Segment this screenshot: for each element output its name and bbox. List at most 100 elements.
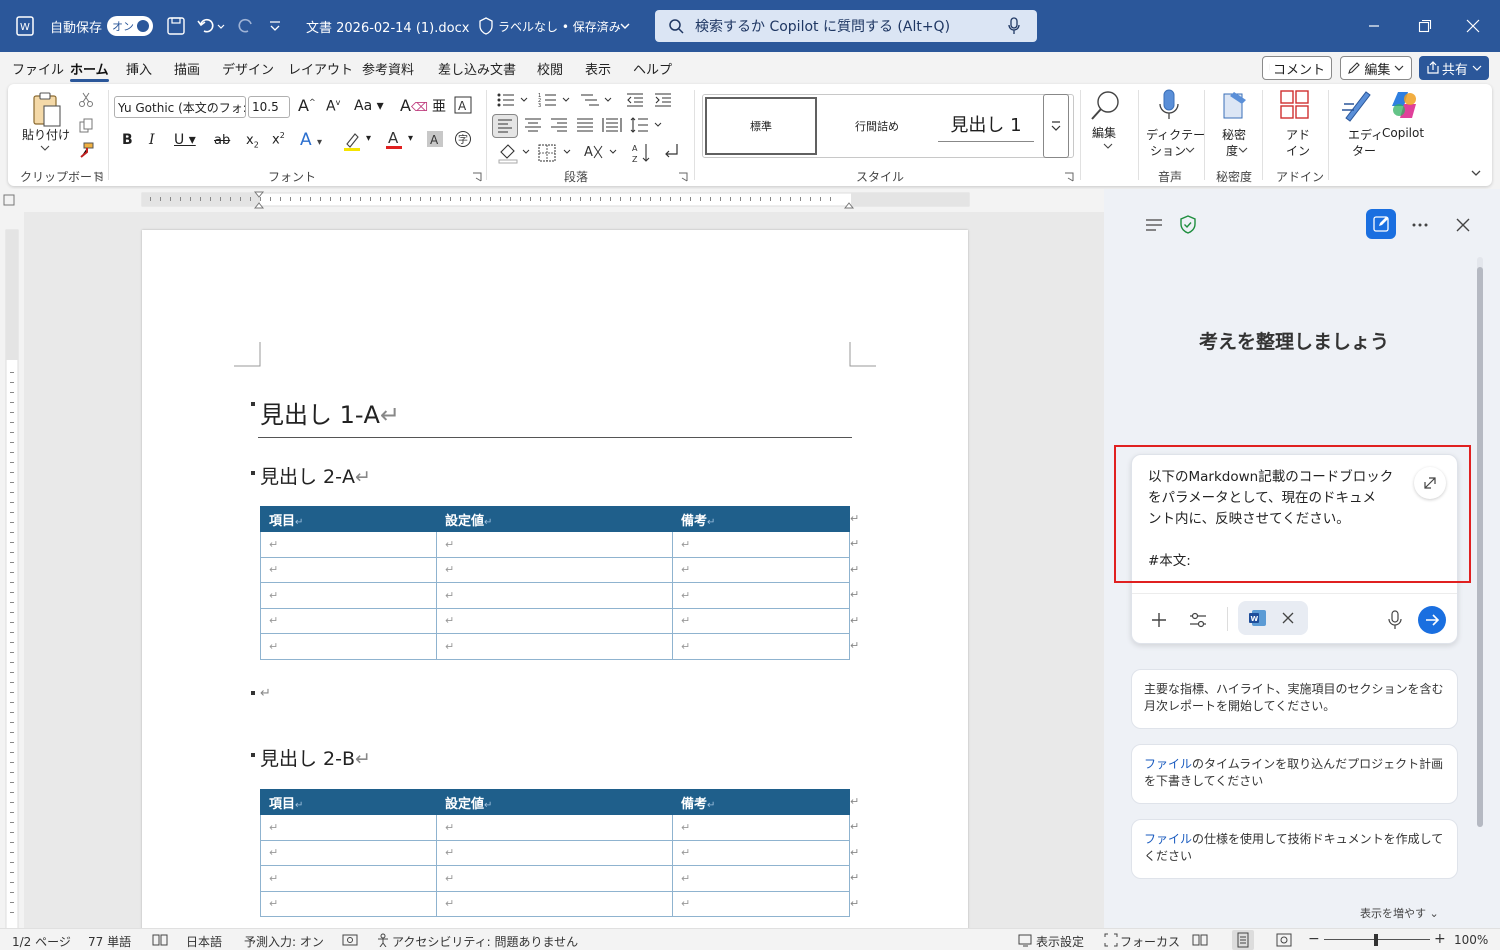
microphone-icon[interactable]	[1007, 17, 1021, 35]
tab-review[interactable]: 校閲	[537, 59, 563, 78]
suggestion-card[interactable]: 主要な指標、ハイライト、実施項目のセクションを含む月次レポートを開始してください…	[1131, 669, 1458, 729]
dictate-label-2[interactable]: ション	[1150, 142, 1186, 159]
suggestion-card[interactable]: ファイルの仕様を使用して技術ドキュメントを作成してください	[1131, 819, 1458, 879]
line-spacing-icon[interactable]	[630, 116, 664, 134]
editor-icon[interactable]	[1340, 88, 1374, 124]
numbering-icon[interactable]: 123	[538, 92, 572, 108]
distributed-icon[interactable]	[602, 116, 622, 134]
paste-icon[interactable]	[28, 90, 64, 130]
font-color-icon[interactable]: A	[384, 128, 406, 152]
print-layout-button[interactable]	[1232, 930, 1254, 950]
comment-button[interactable]: コメント	[1262, 56, 1332, 80]
table-row[interactable]: ↵ ↵ ↵	[260, 531, 850, 558]
editor-label-2[interactable]: ター	[1352, 142, 1376, 159]
chevron-down-icon[interactable]: ▾	[408, 133, 413, 144]
new-chat-button[interactable]	[1366, 209, 1396, 239]
tab-mailings[interactable]: 差し込み文書	[438, 59, 516, 78]
show-more-link[interactable]: 表示を増やす ⌄	[1360, 905, 1439, 921]
horizontal-ruler[interactable]	[0, 189, 1104, 211]
settings-table-a[interactable]: 項目↵ 設定値↵ 備考↵ ↵ ↵ ↵ ↵ ↵ ↵ ↵ ↵ ↵ ↵ ↵ ↵ ↵ ↵ ↵	[260, 506, 850, 660]
show-marks-icon[interactable]	[662, 142, 680, 162]
suggestion-card[interactable]: ファイルのタイムラインを取り込んだプロジェクト計画を下書きしてください	[1131, 744, 1458, 804]
change-case-icon[interactable]: Aa ▾	[354, 98, 384, 114]
collapse-ribbon-icon[interactable]	[1470, 168, 1482, 178]
phonetic-guide-icon[interactable]: 亜	[432, 96, 446, 116]
dialog-launcher-icon[interactable]	[93, 172, 103, 182]
table-row[interactable]: ↵ ↵ ↵	[260, 839, 850, 866]
increase-indent-icon[interactable]	[654, 92, 672, 108]
customize-qat-icon[interactable]	[268, 20, 282, 32]
dictate-label-1[interactable]: ディクテー	[1146, 126, 1205, 143]
justify-icon[interactable]	[576, 116, 594, 134]
highlighter-icon[interactable]	[342, 130, 364, 152]
copilot-icon[interactable]	[1388, 88, 1422, 122]
chevron-down-icon[interactable]	[1185, 146, 1195, 154]
copilot-label[interactable]: Copilot	[1382, 126, 1424, 140]
menu-icon[interactable]	[1144, 217, 1164, 233]
table-row[interactable]: ↵ ↵ ↵	[260, 607, 850, 634]
predictive-text-status[interactable]: 予測入力: オン	[244, 933, 324, 950]
language-status[interactable]: 日本語	[186, 933, 222, 950]
subscript-icon[interactable]: x2	[246, 133, 259, 150]
italic-icon[interactable]: I	[149, 132, 155, 148]
underline-icon[interactable]: U ▾	[174, 132, 196, 148]
chevron-down-icon[interactable]	[40, 144, 50, 152]
find-icon[interactable]	[1088, 88, 1124, 124]
character-border-icon[interactable]: A	[454, 96, 472, 114]
table-row[interactable]: ↵ ↵ ↵	[260, 890, 850, 917]
grow-font-icon[interactable]: A^	[298, 96, 316, 115]
table-row[interactable]: ↵ ↵ ↵	[260, 582, 850, 609]
style-gallery-more[interactable]	[1043, 94, 1069, 158]
restore-icon[interactable]	[1418, 19, 1432, 33]
bold-icon[interactable]: B	[122, 132, 133, 148]
font-size-select[interactable]: 10.5	[248, 96, 290, 118]
protected-shield-icon[interactable]	[1179, 215, 1197, 235]
multilevel-list-icon[interactable]	[580, 92, 614, 108]
attached-file-chip[interactable]: W	[1238, 601, 1308, 635]
save-icon[interactable]	[166, 16, 186, 36]
tab-references[interactable]: 参考資料	[362, 59, 414, 78]
decrease-indent-icon[interactable]	[626, 92, 644, 108]
text-effects-icon[interactable]: A ▾	[300, 130, 322, 150]
chevron-down-icon[interactable]	[1103, 142, 1113, 150]
redo-icon[interactable]	[236, 16, 256, 36]
voice-input-icon[interactable]	[1388, 610, 1402, 630]
proofing-icon[interactable]	[152, 933, 168, 947]
close-window-icon[interactable]	[1466, 19, 1480, 33]
shading-icon[interactable]	[498, 142, 532, 164]
style-no-spacing[interactable]: 行間詰め	[821, 97, 933, 155]
table-row[interactable]: ↵ ↵ ↵	[260, 556, 850, 583]
dialog-launcher-icon[interactable]	[678, 172, 688, 182]
chevron-down-icon[interactable]: ▾	[366, 133, 371, 144]
settings-table-b[interactable]: 項目↵ 設定値↵ 備考↵ ↵ ↵ ↵ ↵ ↵ ↵ ↵ ↵ ↵ ↵ ↵ ↵	[260, 789, 850, 917]
heading-2b[interactable]: 見出し 2-B↵	[260, 744, 371, 771]
share-button[interactable]: 共有	[1419, 56, 1489, 80]
document-page[interactable]: 見出し 1-A↵ 見出し 2-A↵ 項目↵ 設定値↵ 備考↵ ↵ ↵ ↵ ↵ ↵ ↵ ↵ ↵ ↵…	[142, 230, 968, 928]
empty-paragraph[interactable]: ↵	[260, 686, 271, 701]
borders-icon[interactable]	[538, 144, 574, 162]
strikethrough-icon[interactable]: ab	[214, 133, 230, 148]
word-count[interactable]: 77 単語	[88, 933, 131, 950]
paste-label[interactable]: 貼り付け	[22, 126, 70, 143]
more-options-icon[interactable]	[1410, 217, 1430, 233]
superscript-icon[interactable]: x2	[272, 131, 285, 147]
dictate-icon[interactable]	[1156, 88, 1182, 124]
focus-icon[interactable]	[1104, 933, 1118, 947]
style-normal[interactable]: 標準	[705, 97, 817, 155]
word-app-icon[interactable]: W	[14, 15, 36, 37]
clear-format-icon[interactable]: A⌫	[400, 96, 428, 115]
search-input[interactable]: 検索するか Copilot に質問する (Alt+Q)	[655, 10, 1037, 42]
tab-file[interactable]: ファイル	[12, 59, 64, 78]
chevron-down-icon[interactable]	[619, 21, 631, 31]
asian-layout-icon[interactable]: A	[584, 142, 622, 162]
tab-view[interactable]: 表示	[585, 59, 611, 78]
tab-draw[interactable]: 描画	[174, 59, 200, 78]
addins-label-2[interactable]: イン	[1286, 142, 1310, 159]
heading-1a[interactable]: 見出し 1-A↵	[260, 395, 400, 430]
tab-insert[interactable]: 挿入	[126, 59, 152, 78]
zoom-out-icon[interactable]: −	[1308, 931, 1320, 947]
sensitivity-label-1[interactable]: 秘密	[1222, 126, 1246, 143]
addins-label-1[interactable]: アド	[1286, 126, 1310, 143]
sensitivity-icon[interactable]	[1220, 88, 1250, 122]
zoom-level[interactable]: 100%	[1454, 933, 1488, 947]
